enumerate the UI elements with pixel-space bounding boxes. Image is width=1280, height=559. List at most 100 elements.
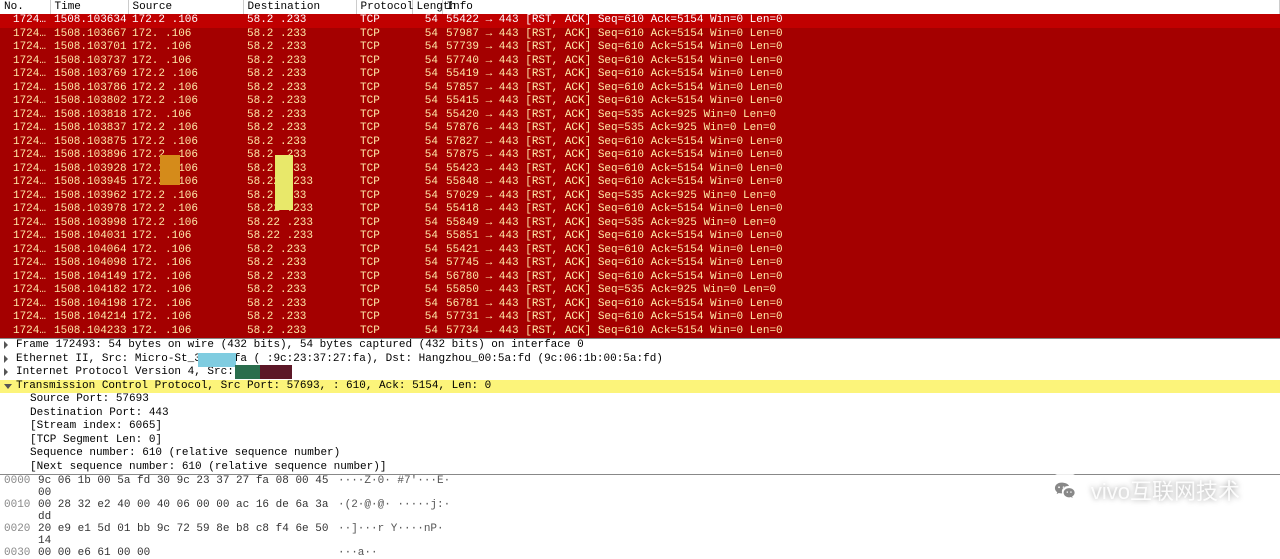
packet-row[interactable]: 1724…1508.104233172. .10658.2 .233TCP545… bbox=[0, 325, 1280, 339]
details-sub-line[interactable]: Source Port: 57693 bbox=[0, 393, 1280, 407]
cell-no: 1724… bbox=[0, 271, 50, 285]
packet-row[interactable]: 1724…1508.103962172.2 .10658.2 .233TCP54… bbox=[0, 190, 1280, 204]
packet-row[interactable]: 1724…1508.103818172. .10658.2 .233TCP545… bbox=[0, 109, 1280, 123]
packet-row[interactable]: 1724…1508.104064172. .10658.2 .233TCP545… bbox=[0, 244, 1280, 258]
cell-info: 57827 → 443 [RST, ACK] Seq=610 Ack=5154 … bbox=[442, 136, 1280, 150]
packet-list-table[interactable]: No. Time Source Destination Protocol Len… bbox=[0, 0, 1280, 338]
bytes-row[interactable]: 003000 00 e6 61 00 00···a·· bbox=[0, 547, 1280, 559]
cell-destination: 58.2 .233 bbox=[243, 163, 356, 177]
cell-info: 57857 → 443 [RST, ACK] Seq=610 Ack=5154 … bbox=[442, 82, 1280, 96]
cell-source: 172.2 .106 bbox=[128, 95, 243, 109]
column-no[interactable]: No. bbox=[0, 0, 50, 14]
cell-no: 1724… bbox=[0, 68, 50, 82]
packet-row[interactable]: 1724…1508.103837172.2 .10658.2 .233TCP54… bbox=[0, 122, 1280, 136]
cell-info: 55420 → 443 [RST, ACK] Seq=535 Ack=925 W… bbox=[442, 109, 1280, 123]
cell-time: 1508.104214 bbox=[50, 311, 128, 325]
cell-time: 1508.103802 bbox=[50, 95, 128, 109]
column-length[interactable]: Length bbox=[412, 0, 442, 14]
cell-protocol: TCP bbox=[356, 109, 412, 123]
packet-row[interactable]: 1724…1508.103786172.2 .10658.2 .233TCP54… bbox=[0, 82, 1280, 96]
cell-no: 1724… bbox=[0, 244, 50, 258]
cell-length: 54 bbox=[412, 95, 442, 109]
column-time[interactable]: Time bbox=[50, 0, 128, 14]
cell-source: 172. .106 bbox=[128, 109, 243, 123]
cell-info: 55421 → 443 [RST, ACK] Seq=610 Ack=5154 … bbox=[442, 244, 1280, 258]
packet-row[interactable]: 1724…1508.103667172. .10658.2 .233TCP545… bbox=[0, 28, 1280, 42]
cell-protocol: TCP bbox=[356, 136, 412, 150]
packet-row[interactable]: 1724…1508.103896172.2 .10658.2 .233TCP54… bbox=[0, 149, 1280, 163]
cell-destination: 58.2 .233 bbox=[243, 109, 356, 123]
bytes-row[interactable]: 002020 e9 e1 5d 01 bb 9c 72 59 8e b8 c8 … bbox=[0, 523, 1280, 547]
column-info[interactable]: Info bbox=[442, 0, 1280, 14]
packet-row[interactable]: 1724…1508.104098172. .10658.2 .233TCP545… bbox=[0, 257, 1280, 271]
details-sub-line[interactable]: [Stream index: 6065] bbox=[0, 420, 1280, 434]
column-protocol[interactable]: Protocol bbox=[356, 0, 412, 14]
cell-time: 1508.103737 bbox=[50, 55, 128, 69]
cell-destination: 58.2 .233 bbox=[243, 271, 356, 285]
cell-destination: 58.2 .233 bbox=[243, 122, 356, 136]
packet-row[interactable]: 1724…1508.103634172.2 .10658.2 .233TCP54… bbox=[0, 14, 1280, 28]
packet-details-pane[interactable]: Frame 172493: 54 bytes on wire (432 bits… bbox=[0, 338, 1280, 474]
packet-row[interactable]: 1724…1508.104149172. .10658.2 .233TCP545… bbox=[0, 271, 1280, 285]
cell-info: 57876 → 443 [RST, ACK] Seq=535 Ack=925 W… bbox=[442, 122, 1280, 136]
cell-source: 172. .106 bbox=[128, 55, 243, 69]
cell-protocol: TCP bbox=[356, 284, 412, 298]
details-sub-line[interactable]: Sequence number: 610 (relative sequence … bbox=[0, 447, 1280, 461]
packet-row[interactable]: 1724…1508.104182172. .10658.2 .233TCP545… bbox=[0, 284, 1280, 298]
cell-time: 1508.104198 bbox=[50, 298, 128, 312]
packet-row[interactable]: 1724…1508.103737172. .10658.2 .233TCP545… bbox=[0, 55, 1280, 69]
column-destination[interactable]: Destination bbox=[243, 0, 356, 14]
packet-row[interactable]: 1724…1508.103701172. .10658.2 .233TCP545… bbox=[0, 41, 1280, 55]
details-sub-line[interactable]: [TCP Segment Len: 0] bbox=[0, 434, 1280, 448]
cell-protocol: TCP bbox=[356, 311, 412, 325]
details-frame[interactable]: Frame 172493: 54 bytes on wire (432 bits… bbox=[0, 339, 1280, 353]
cell-length: 54 bbox=[412, 55, 442, 69]
caret-icon bbox=[4, 341, 8, 349]
wechat-icon bbox=[1047, 472, 1083, 508]
cell-length: 54 bbox=[412, 284, 442, 298]
packet-row[interactable]: 1724…1508.103769172.2 .10658.2 .233TCP54… bbox=[0, 68, 1280, 82]
packet-row[interactable]: 1724…1508.103928172.2 .10658.2 .233TCP54… bbox=[0, 163, 1280, 177]
cell-destination: 58.2 .233 bbox=[243, 14, 356, 28]
packet-row[interactable]: 1724…1508.103875172.2 .10658.2 .233TCP54… bbox=[0, 136, 1280, 150]
cell-info: 57029 → 443 [RST, ACK] Seq=535 Ack=925 W… bbox=[442, 190, 1280, 204]
cell-destination: 58.2 .233 bbox=[243, 136, 356, 150]
details-ethernet[interactable]: Ethernet II, Src: Micro-St_37:27:fa ( :9… bbox=[0, 353, 1280, 367]
cell-time: 1508.103928 bbox=[50, 163, 128, 177]
cell-info: 57740 → 443 [RST, ACK] Seq=610 Ack=5154 … bbox=[442, 55, 1280, 69]
packet-row[interactable]: 1724…1508.103945172.2 .10658.22 .233TCP5… bbox=[0, 176, 1280, 190]
cell-length: 54 bbox=[412, 163, 442, 177]
cell-length: 54 bbox=[412, 41, 442, 55]
bytes-hex: 00 28 32 e2 40 00 40 06 00 00 ac 16 de 6… bbox=[38, 499, 338, 523]
cell-no: 1724… bbox=[0, 14, 50, 28]
details-sub-line[interactable]: Destination Port: 443 bbox=[0, 407, 1280, 421]
packet-row[interactable]: 1724…1508.104198172. .10658.2 .233TCP545… bbox=[0, 298, 1280, 312]
cell-no: 1724… bbox=[0, 230, 50, 244]
cell-length: 54 bbox=[412, 82, 442, 96]
packet-row[interactable]: 1724…1508.103978172.2 .10658.22 .233TCP5… bbox=[0, 203, 1280, 217]
cell-length: 54 bbox=[412, 244, 442, 258]
cell-source: 172.2 .106 bbox=[128, 149, 243, 163]
cell-info: 56781 → 443 [RST, ACK] Seq=610 Ack=5154 … bbox=[442, 298, 1280, 312]
cell-length: 54 bbox=[412, 68, 442, 82]
cell-destination: 58.2 .233 bbox=[243, 55, 356, 69]
details-ip[interactable]: Internet Protocol Version 4, Src: 3 bbox=[0, 366, 1280, 380]
cell-protocol: TCP bbox=[356, 325, 412, 339]
packet-list-header[interactable]: No. Time Source Destination Protocol Len… bbox=[0, 0, 1280, 14]
cell-length: 54 bbox=[412, 28, 442, 42]
cell-destination: 58.2 .233 bbox=[243, 149, 356, 163]
packet-row[interactable]: 1724…1508.103998172.2 .10658.22 .233TCP5… bbox=[0, 217, 1280, 231]
cell-protocol: TCP bbox=[356, 55, 412, 69]
packet-row[interactable]: 1724…1508.103802172.2 .10658.2 .233TCP54… bbox=[0, 95, 1280, 109]
cell-info: 55422 → 443 [RST, ACK] Seq=610 Ack=5154 … bbox=[442, 14, 1280, 28]
cell-info: 55851 → 443 [RST, ACK] Seq=610 Ack=5154 … bbox=[442, 230, 1280, 244]
packet-row[interactable]: 1724…1508.104214172. .10658.2 .233TCP545… bbox=[0, 311, 1280, 325]
cell-info: 57739 → 443 [RST, ACK] Seq=610 Ack=5154 … bbox=[442, 41, 1280, 55]
caret-open-icon bbox=[4, 384, 12, 389]
cell-destination: 58.22 .233 bbox=[243, 176, 356, 190]
bytes-offset: 0000 bbox=[4, 475, 38, 499]
packet-row[interactable]: 1724…1508.104031172. .10658.22 .233TCP54… bbox=[0, 230, 1280, 244]
column-source[interactable]: Source bbox=[128, 0, 243, 14]
cell-time: 1508.103962 bbox=[50, 190, 128, 204]
details-tcp[interactable]: Transmission Control Protocol, Src Port:… bbox=[0, 380, 1280, 394]
